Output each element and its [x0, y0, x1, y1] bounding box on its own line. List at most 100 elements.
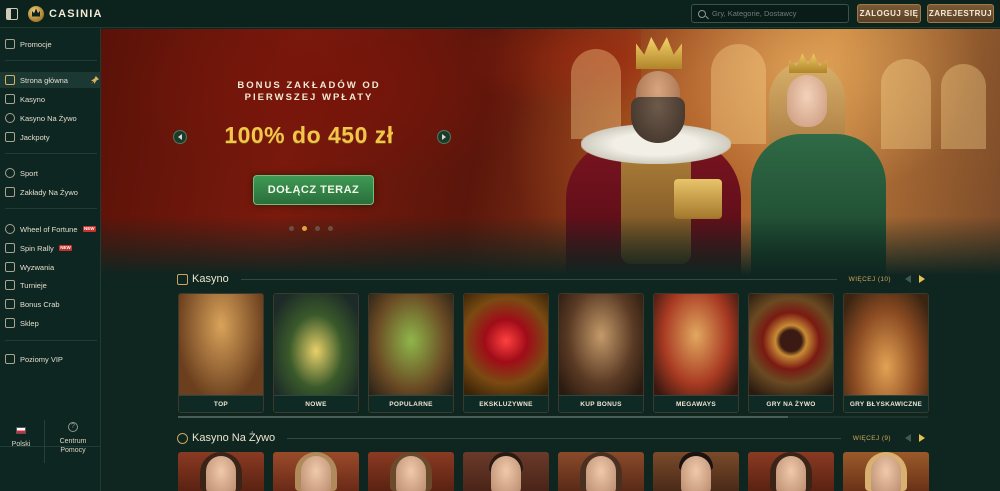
carousel-prev-icon[interactable]: [173, 130, 187, 144]
treasure-chest: [674, 179, 722, 219]
help-center-link[interactable]: ? Centrum Pomocy: [50, 422, 96, 455]
carousel-dot[interactable]: [328, 226, 333, 231]
join-now-button[interactable]: DOŁĄCZ TERAZ: [253, 175, 374, 205]
logo[interactable]: CASINIA: [28, 5, 103, 22]
hero-banner[interactable]: BONUS ZAKŁADÓW OD PIERWSZEJ WPŁATY 100% …: [101, 29, 1000, 276]
casino-section-header: Kasyno WIĘCEJ (10): [177, 272, 927, 286]
gift-icon: [5, 39, 15, 49]
hero-headline: 100% do 450 zł: [224, 122, 394, 148]
top-header: CASINIA ZALOGUJ SIĘ ZAREJESTRUJ: [0, 0, 1000, 28]
slot-icon: [177, 273, 188, 285]
pin-icon[interactable]: [91, 76, 99, 84]
live-dealer-card[interactable]: [843, 452, 929, 491]
category-scrollbar[interactable]: [178, 416, 928, 418]
category-card-instant-games[interactable]: GRY BŁYSKAWICZNE: [843, 293, 929, 413]
king-crown-icon: [636, 37, 682, 69]
sidebar-divider: [5, 153, 97, 154]
category-card-exclusive[interactable]: EKSKLUZYWNE: [463, 293, 549, 413]
sidebar-item-spin-rally[interactable]: Spin Rally NEW: [0, 240, 101, 256]
category-card-new[interactable]: NOWE: [273, 293, 359, 413]
live-dealer-card[interactable]: [558, 452, 644, 491]
category-art: [654, 294, 738, 398]
sidebar-item-promocje[interactable]: Promocje: [0, 36, 101, 52]
casino-more-link[interactable]: WIĘCEJ (10): [849, 276, 891, 283]
window-arch: [881, 59, 931, 149]
chip-icon: [5, 113, 15, 123]
live-dealer-card[interactable]: [273, 452, 359, 491]
help-label: Centrum Pomocy: [59, 438, 87, 454]
sidebar-item-home[interactable]: Strona główna: [0, 72, 101, 88]
sidebar-item-turnieje[interactable]: Turnieje: [0, 277, 101, 293]
sidebar-item-wheel-of-fortune[interactable]: Wheel of Fortune NEW: [0, 221, 101, 237]
category-label: POPULARNE: [369, 395, 453, 412]
carousel-dot[interactable]: [302, 226, 307, 231]
dealer-face: [301, 456, 331, 491]
sidebar-item-sport[interactable]: Sport: [0, 165, 101, 181]
search-icon: [698, 9, 706, 18]
poland-flag-icon: [16, 427, 26, 434]
category-art: [844, 294, 928, 398]
category-label: TOP: [179, 395, 263, 412]
sidebar-divider: [5, 208, 97, 209]
sidebar-item-label: Spin Rally: [20, 243, 54, 253]
shop-icon: [5, 318, 15, 328]
category-card-live-games[interactable]: GRY NA ŻYWO: [748, 293, 834, 413]
language-label: Polski: [11, 441, 31, 448]
live-more-link[interactable]: WIĘCEJ (9): [853, 435, 891, 442]
register-button[interactable]: ZAREJESTRUJ: [927, 4, 994, 23]
section-prev-icon[interactable]: [903, 274, 913, 284]
live-dealer-row: [178, 452, 929, 491]
sidebar-item-bonus-crab[interactable]: Bonus Crab: [0, 296, 101, 312]
scrollbar-thumb[interactable]: [178, 416, 788, 418]
dealer-face: [206, 456, 236, 491]
category-card-top[interactable]: TOP: [178, 293, 264, 413]
category-card-megaways[interactable]: MEGAWAYS: [653, 293, 739, 413]
carousel-dot[interactable]: [289, 226, 294, 231]
sidebar-item-vip[interactable]: Poziomy VIP: [0, 351, 101, 367]
section-next-icon[interactable]: [917, 274, 927, 284]
live-dealer-card[interactable]: [368, 452, 454, 491]
sidebar-item-label: Jackpoty: [20, 132, 50, 142]
login-button[interactable]: ZALOGUJ SIĘ: [857, 4, 921, 23]
carousel-dot[interactable]: [315, 226, 320, 231]
section-next-icon[interactable]: [917, 433, 927, 443]
category-card-buy-bonus[interactable]: KUP BONUS: [558, 293, 644, 413]
sidebar-item-jackpoty[interactable]: Jackpoty: [0, 129, 101, 145]
sidebar-item-sklep[interactable]: Sklep: [0, 315, 101, 331]
live-dealer-card[interactable]: [653, 452, 739, 491]
category-card-popular[interactable]: POPULARNE: [368, 293, 454, 413]
sidebar-item-label: Bonus Crab: [20, 299, 60, 309]
category-label: MEGAWAYS: [654, 395, 738, 412]
jackpot-icon: [5, 132, 15, 142]
queen-face: [787, 75, 827, 127]
crown-logo-icon: [28, 5, 44, 22]
dealer-face: [396, 456, 426, 491]
sidebar-item-wyzwania[interactable]: Wyzwania: [0, 259, 101, 275]
sidebar-item-live-casino[interactable]: Kasyno Na Żywo: [0, 110, 101, 126]
dealer-face: [776, 456, 806, 491]
sidebar-item-kasyno[interactable]: Kasyno: [0, 91, 101, 107]
search-input[interactable]: [712, 9, 842, 18]
language-selector[interactable]: Polski: [6, 427, 36, 448]
sidebar-item-label: Wheel of Fortune: [20, 224, 78, 234]
sidebar-toggle-icon[interactable]: [6, 7, 18, 20]
dealer-face: [586, 456, 616, 491]
rally-icon: [5, 243, 15, 253]
live-dealer-card[interactable]: [748, 452, 834, 491]
slot-icon: [5, 94, 15, 104]
vip-icon: [5, 354, 15, 364]
search-box[interactable]: [691, 4, 849, 23]
live-dealer-card[interactable]: [463, 452, 549, 491]
category-label: GRY BŁYSKAWICZNE: [844, 395, 928, 412]
sidebar-item-live-bets[interactable]: Zakłady Na Żywo: [0, 184, 101, 200]
sidebar-item-label: Sklep: [20, 318, 39, 328]
live-dealer-card[interactable]: [178, 452, 264, 491]
sidebar-item-label: Turnieje: [20, 280, 47, 290]
wheel-icon: [5, 224, 15, 234]
section-prev-icon[interactable]: [903, 433, 913, 443]
help-icon: ?: [68, 422, 78, 432]
live-bet-icon: [5, 187, 15, 197]
section-title: Kasyno: [192, 273, 229, 285]
carousel-next-icon[interactable]: [437, 130, 451, 144]
ball-icon: [5, 168, 15, 178]
